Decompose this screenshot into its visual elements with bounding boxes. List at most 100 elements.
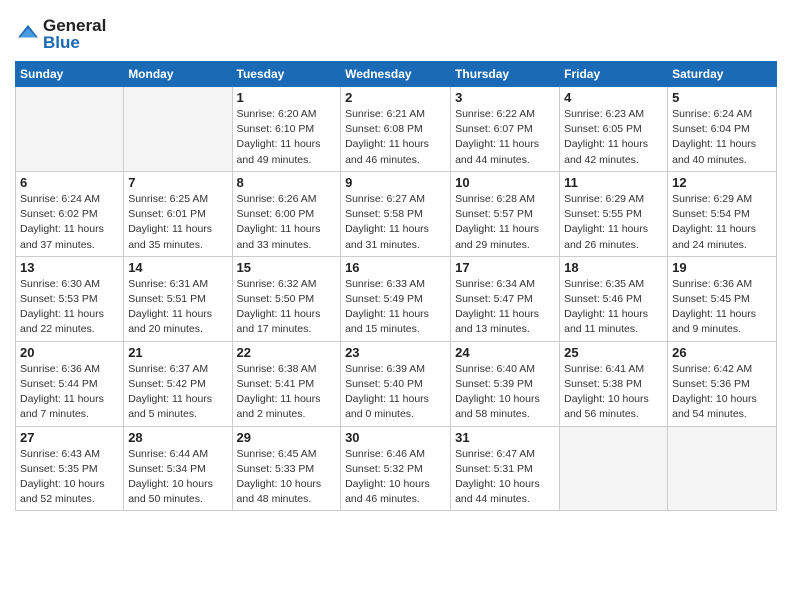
day-detail: Sunrise: 6:32 AMSunset: 5:50 PMDaylight:… xyxy=(237,277,337,338)
calendar-cell: 2 Sunrise: 6:21 AMSunset: 6:08 PMDaylight… xyxy=(341,87,451,172)
calendar-cell xyxy=(560,426,668,511)
day-number: 3 xyxy=(455,90,555,105)
calendar-table: SundayMondayTuesdayWednesdayThursdayFrid… xyxy=(15,61,777,511)
calendar-cell: 22 Sunrise: 6:38 AMSunset: 5:41 PMDayligh… xyxy=(232,341,341,426)
week-row-4: 20 Sunrise: 6:36 AMSunset: 5:44 PMDayligh… xyxy=(16,341,777,426)
day-detail: Sunrise: 6:40 AMSunset: 5:39 PMDaylight:… xyxy=(455,362,555,423)
day-detail: Sunrise: 6:41 AMSunset: 5:38 PMDaylight:… xyxy=(564,362,663,423)
day-detail: Sunrise: 6:25 AMSunset: 6:01 PMDaylight:… xyxy=(128,192,227,253)
day-detail: Sunrise: 6:22 AMSunset: 6:07 PMDaylight:… xyxy=(455,107,555,168)
day-detail: Sunrise: 6:39 AMSunset: 5:40 PMDaylight:… xyxy=(345,362,446,423)
day-number: 29 xyxy=(237,430,337,445)
day-detail: Sunrise: 6:38 AMSunset: 5:41 PMDaylight:… xyxy=(237,362,337,423)
calendar-cell: 11Sunrise: 6:29 AMSunset: 5:55 PMDayligh… xyxy=(560,171,668,256)
day-detail: Sunrise: 6:20 AMSunset: 6:10 PMDaylight:… xyxy=(237,107,337,168)
day-number: 28 xyxy=(128,430,227,445)
week-row-2: 6 Sunrise: 6:24 AMSunset: 6:02 PMDaylight… xyxy=(16,171,777,256)
calendar-cell: 1 Sunrise: 6:20 AMSunset: 6:10 PMDaylight… xyxy=(232,87,341,172)
calendar-cell: 28 Sunrise: 6:44 AMSunset: 5:34 PMDayligh… xyxy=(124,426,232,511)
day-number: 19 xyxy=(672,260,772,275)
weekday-header-friday: Friday xyxy=(560,62,668,87)
calendar-cell: 7 Sunrise: 6:25 AMSunset: 6:01 PMDaylight… xyxy=(124,171,232,256)
day-number: 27 xyxy=(20,430,119,445)
day-detail: Sunrise: 6:46 AMSunset: 5:32 PMDaylight:… xyxy=(345,447,446,508)
logo-line2: Blue xyxy=(43,33,106,53)
day-detail: Sunrise: 6:30 AMSunset: 5:53 PMDaylight:… xyxy=(20,277,119,338)
calendar-cell: 16 Sunrise: 6:33 AMSunset: 5:49 PMDayligh… xyxy=(341,256,451,341)
day-number: 1 xyxy=(237,90,337,105)
day-number: 16 xyxy=(345,260,446,275)
day-detail: Sunrise: 6:43 AMSunset: 5:35 PMDaylight:… xyxy=(20,447,119,508)
calendar-cell: 18 Sunrise: 6:35 AMSunset: 5:46 PMDayligh… xyxy=(560,256,668,341)
day-number: 26 xyxy=(672,345,772,360)
calendar-cell: 5 Sunrise: 6:24 AMSunset: 6:04 PMDaylight… xyxy=(668,87,777,172)
calendar-cell: 14Sunrise: 6:31 AMSunset: 5:51 PMDayligh… xyxy=(124,256,232,341)
calendar-cell: 8 Sunrise: 6:26 AMSunset: 6:00 PMDaylight… xyxy=(232,171,341,256)
calendar-cell: 30Sunrise: 6:46 AMSunset: 5:32 PMDayligh… xyxy=(341,426,451,511)
day-detail: Sunrise: 6:24 AMSunset: 6:04 PMDaylight:… xyxy=(672,107,772,168)
day-detail: Sunrise: 6:26 AMSunset: 6:00 PMDaylight:… xyxy=(237,192,337,253)
day-number: 23 xyxy=(345,345,446,360)
calendar-cell: 15 Sunrise: 6:32 AMSunset: 5:50 PMDayligh… xyxy=(232,256,341,341)
day-number: 5 xyxy=(672,90,772,105)
week-row-5: 27 Sunrise: 6:43 AMSunset: 5:35 PMDayligh… xyxy=(16,426,777,511)
logo-icon xyxy=(17,21,39,43)
day-number: 21 xyxy=(128,345,227,360)
day-number: 22 xyxy=(237,345,337,360)
weekday-header-saturday: Saturday xyxy=(668,62,777,87)
calendar-cell: 25 Sunrise: 6:41 AMSunset: 5:38 PMDayligh… xyxy=(560,341,668,426)
calendar-cell: 9 Sunrise: 6:27 AMSunset: 5:58 PMDaylight… xyxy=(341,171,451,256)
day-detail: Sunrise: 6:28 AMSunset: 5:57 PMDaylight:… xyxy=(455,192,555,253)
calendar-cell: 20 Sunrise: 6:36 AMSunset: 5:44 PMDayligh… xyxy=(16,341,124,426)
day-number: 17 xyxy=(455,260,555,275)
day-number: 31 xyxy=(455,430,555,445)
day-detail: Sunrise: 6:42 AMSunset: 5:36 PMDaylight:… xyxy=(672,362,772,423)
day-detail: Sunrise: 6:24 AMSunset: 6:02 PMDaylight:… xyxy=(20,192,119,253)
calendar-cell: 23 Sunrise: 6:39 AMSunset: 5:40 PMDayligh… xyxy=(341,341,451,426)
day-number: 6 xyxy=(20,175,119,190)
day-number: 8 xyxy=(237,175,337,190)
day-number: 18 xyxy=(564,260,663,275)
day-number: 15 xyxy=(237,260,337,275)
calendar-body: 1 Sunrise: 6:20 AMSunset: 6:10 PMDaylight… xyxy=(16,87,777,511)
week-row-1: 1 Sunrise: 6:20 AMSunset: 6:10 PMDaylight… xyxy=(16,87,777,172)
page-header: General Blue xyxy=(15,10,777,53)
weekday-header-wednesday: Wednesday xyxy=(341,62,451,87)
calendar-cell: 31 Sunrise: 6:47 AMSunset: 5:31 PMDayligh… xyxy=(451,426,560,511)
calendar-cell: 29 Sunrise: 6:45 AMSunset: 5:33 PMDayligh… xyxy=(232,426,341,511)
calendar-cell xyxy=(668,426,777,511)
calendar-cell: 6 Sunrise: 6:24 AMSunset: 6:02 PMDaylight… xyxy=(16,171,124,256)
day-detail: Sunrise: 6:36 AMSunset: 5:45 PMDaylight:… xyxy=(672,277,772,338)
day-number: 25 xyxy=(564,345,663,360)
day-number: 10 xyxy=(455,175,555,190)
weekday-header-row: SundayMondayTuesdayWednesdayThursdayFrid… xyxy=(16,62,777,87)
calendar-cell xyxy=(124,87,232,172)
day-detail: Sunrise: 6:33 AMSunset: 5:49 PMDaylight:… xyxy=(345,277,446,338)
day-number: 9 xyxy=(345,175,446,190)
day-detail: Sunrise: 6:29 AMSunset: 5:54 PMDaylight:… xyxy=(672,192,772,253)
day-detail: Sunrise: 6:36 AMSunset: 5:44 PMDaylight:… xyxy=(20,362,119,423)
day-detail: Sunrise: 6:21 AMSunset: 6:08 PMDaylight:… xyxy=(345,107,446,168)
weekday-header-tuesday: Tuesday xyxy=(232,62,341,87)
week-row-3: 13 Sunrise: 6:30 AMSunset: 5:53 PMDayligh… xyxy=(16,256,777,341)
calendar-cell: 19 Sunrise: 6:36 AMSunset: 5:45 PMDayligh… xyxy=(668,256,777,341)
calendar-cell: 27 Sunrise: 6:43 AMSunset: 5:35 PMDayligh… xyxy=(16,426,124,511)
weekday-header-monday: Monday xyxy=(124,62,232,87)
calendar-cell: 21Sunrise: 6:37 AMSunset: 5:42 PMDayligh… xyxy=(124,341,232,426)
calendar-cell: 13 Sunrise: 6:30 AMSunset: 5:53 PMDayligh… xyxy=(16,256,124,341)
calendar-cell: 17 Sunrise: 6:34 AMSunset: 5:47 PMDayligh… xyxy=(451,256,560,341)
day-detail: Sunrise: 6:47 AMSunset: 5:31 PMDaylight:… xyxy=(455,447,555,508)
calendar-cell: 10 Sunrise: 6:28 AMSunset: 5:57 PMDayligh… xyxy=(451,171,560,256)
calendar-cell: 4Sunrise: 6:23 AMSunset: 6:05 PMDaylight… xyxy=(560,87,668,172)
logo: General Blue xyxy=(15,16,106,53)
day-detail: Sunrise: 6:34 AMSunset: 5:47 PMDaylight:… xyxy=(455,277,555,338)
day-number: 2 xyxy=(345,90,446,105)
day-detail: Sunrise: 6:27 AMSunset: 5:58 PMDaylight:… xyxy=(345,192,446,253)
calendar-cell xyxy=(16,87,124,172)
day-number: 7 xyxy=(128,175,227,190)
day-detail: Sunrise: 6:45 AMSunset: 5:33 PMDaylight:… xyxy=(237,447,337,508)
day-number: 13 xyxy=(20,260,119,275)
day-detail: Sunrise: 6:44 AMSunset: 5:34 PMDaylight:… xyxy=(128,447,227,508)
day-number: 20 xyxy=(20,345,119,360)
day-detail: Sunrise: 6:35 AMSunset: 5:46 PMDaylight:… xyxy=(564,277,663,338)
